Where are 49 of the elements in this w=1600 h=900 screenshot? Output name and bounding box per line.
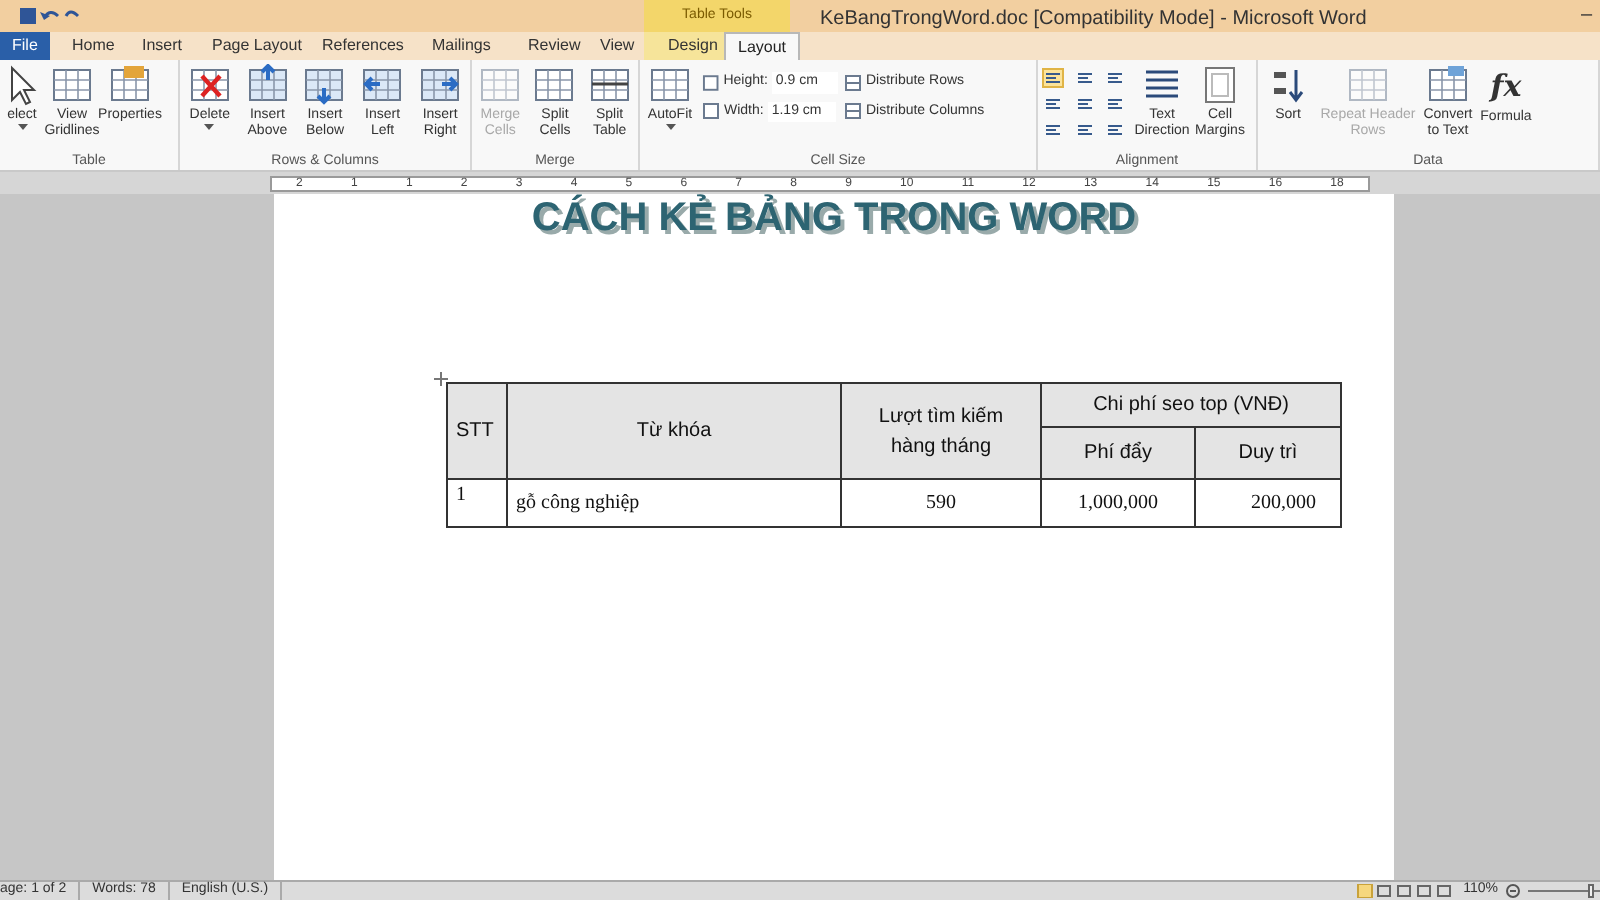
- header-cell: STT: [447, 383, 507, 479]
- ribbon-tab[interactable]: References: [310, 32, 416, 60]
- ribbon-tab[interactable]: Insert: [130, 32, 195, 60]
- ribbon-tab[interactable]: Layout: [724, 32, 801, 60]
- table-icon: [478, 64, 523, 106]
- table-insert-icon: [245, 64, 290, 106]
- header-cell: Duy trì: [1195, 427, 1341, 479]
- ribbon-tab[interactable]: Page Layout: [200, 32, 314, 60]
- ribbon-tab[interactable]: Home: [60, 32, 127, 60]
- table-icon: [1346, 64, 1390, 106]
- table-icon: [844, 73, 862, 92]
- ribbon-tab[interactable]: View: [588, 32, 647, 60]
- table-insert-icon: [418, 64, 463, 106]
- ribbon-tab[interactable]: Mailings: [420, 32, 503, 60]
- table-cell: 200,000: [1195, 479, 1341, 527]
- align-button[interactable]: [1073, 120, 1096, 140]
- table-cell: 590: [841, 479, 1041, 527]
- move-handle-icon: [434, 372, 448, 386]
- save-icon: [18, 6, 38, 26]
- align-button[interactable]: [1104, 120, 1127, 140]
- ribbon-tab[interactable]: File: [0, 32, 50, 60]
- caret-icon: [17, 124, 27, 130]
- ribbon-tab[interactable]: Review: [516, 32, 593, 60]
- undo-icon: [38, 6, 62, 26]
- header-cell: Lượt tìm kiếm hàng tháng: [841, 383, 1041, 479]
- zoom-out-icon: [1506, 884, 1520, 898]
- header-cell: Phí đẩy: [1041, 427, 1195, 479]
- table-cell: 1,000,000: [1041, 479, 1195, 527]
- align-button[interactable]: [1042, 120, 1064, 140]
- align-button[interactable]: [1042, 68, 1064, 88]
- document-heading: CÁCH KẺ BẢNG TRONG WORD: [531, 196, 1137, 240]
- table-cell: 1: [447, 479, 507, 527]
- caret-icon: [204, 124, 215, 130]
- header-cell: Từ khóa: [507, 383, 841, 479]
- caret-icon: [665, 124, 675, 130]
- header-cell: Chi phí seo top (VNĐ): [1041, 383, 1341, 427]
- align-button[interactable]: [1073, 68, 1096, 88]
- window-title: KeBangTrongWord.doc [Compatibility Mode] - Microsoft Word: [820, 6, 1367, 34]
- table-cell: gỗ công nghiệp: [507, 479, 841, 527]
- table-insert-icon: [302, 64, 347, 106]
- table-icon: [844, 102, 862, 121]
- table-insert-icon: [360, 64, 405, 106]
- ribbon-tab[interactable]: Design: [656, 32, 730, 60]
- align-button[interactable]: [1104, 68, 1127, 88]
- align-button[interactable]: [1104, 94, 1127, 114]
- minimize-button[interactable]: –: [1580, 0, 1592, 30]
- align-button[interactable]: [1073, 94, 1096, 114]
- align-button[interactable]: [1042, 94, 1064, 114]
- view-icons: [1355, 884, 1456, 898]
